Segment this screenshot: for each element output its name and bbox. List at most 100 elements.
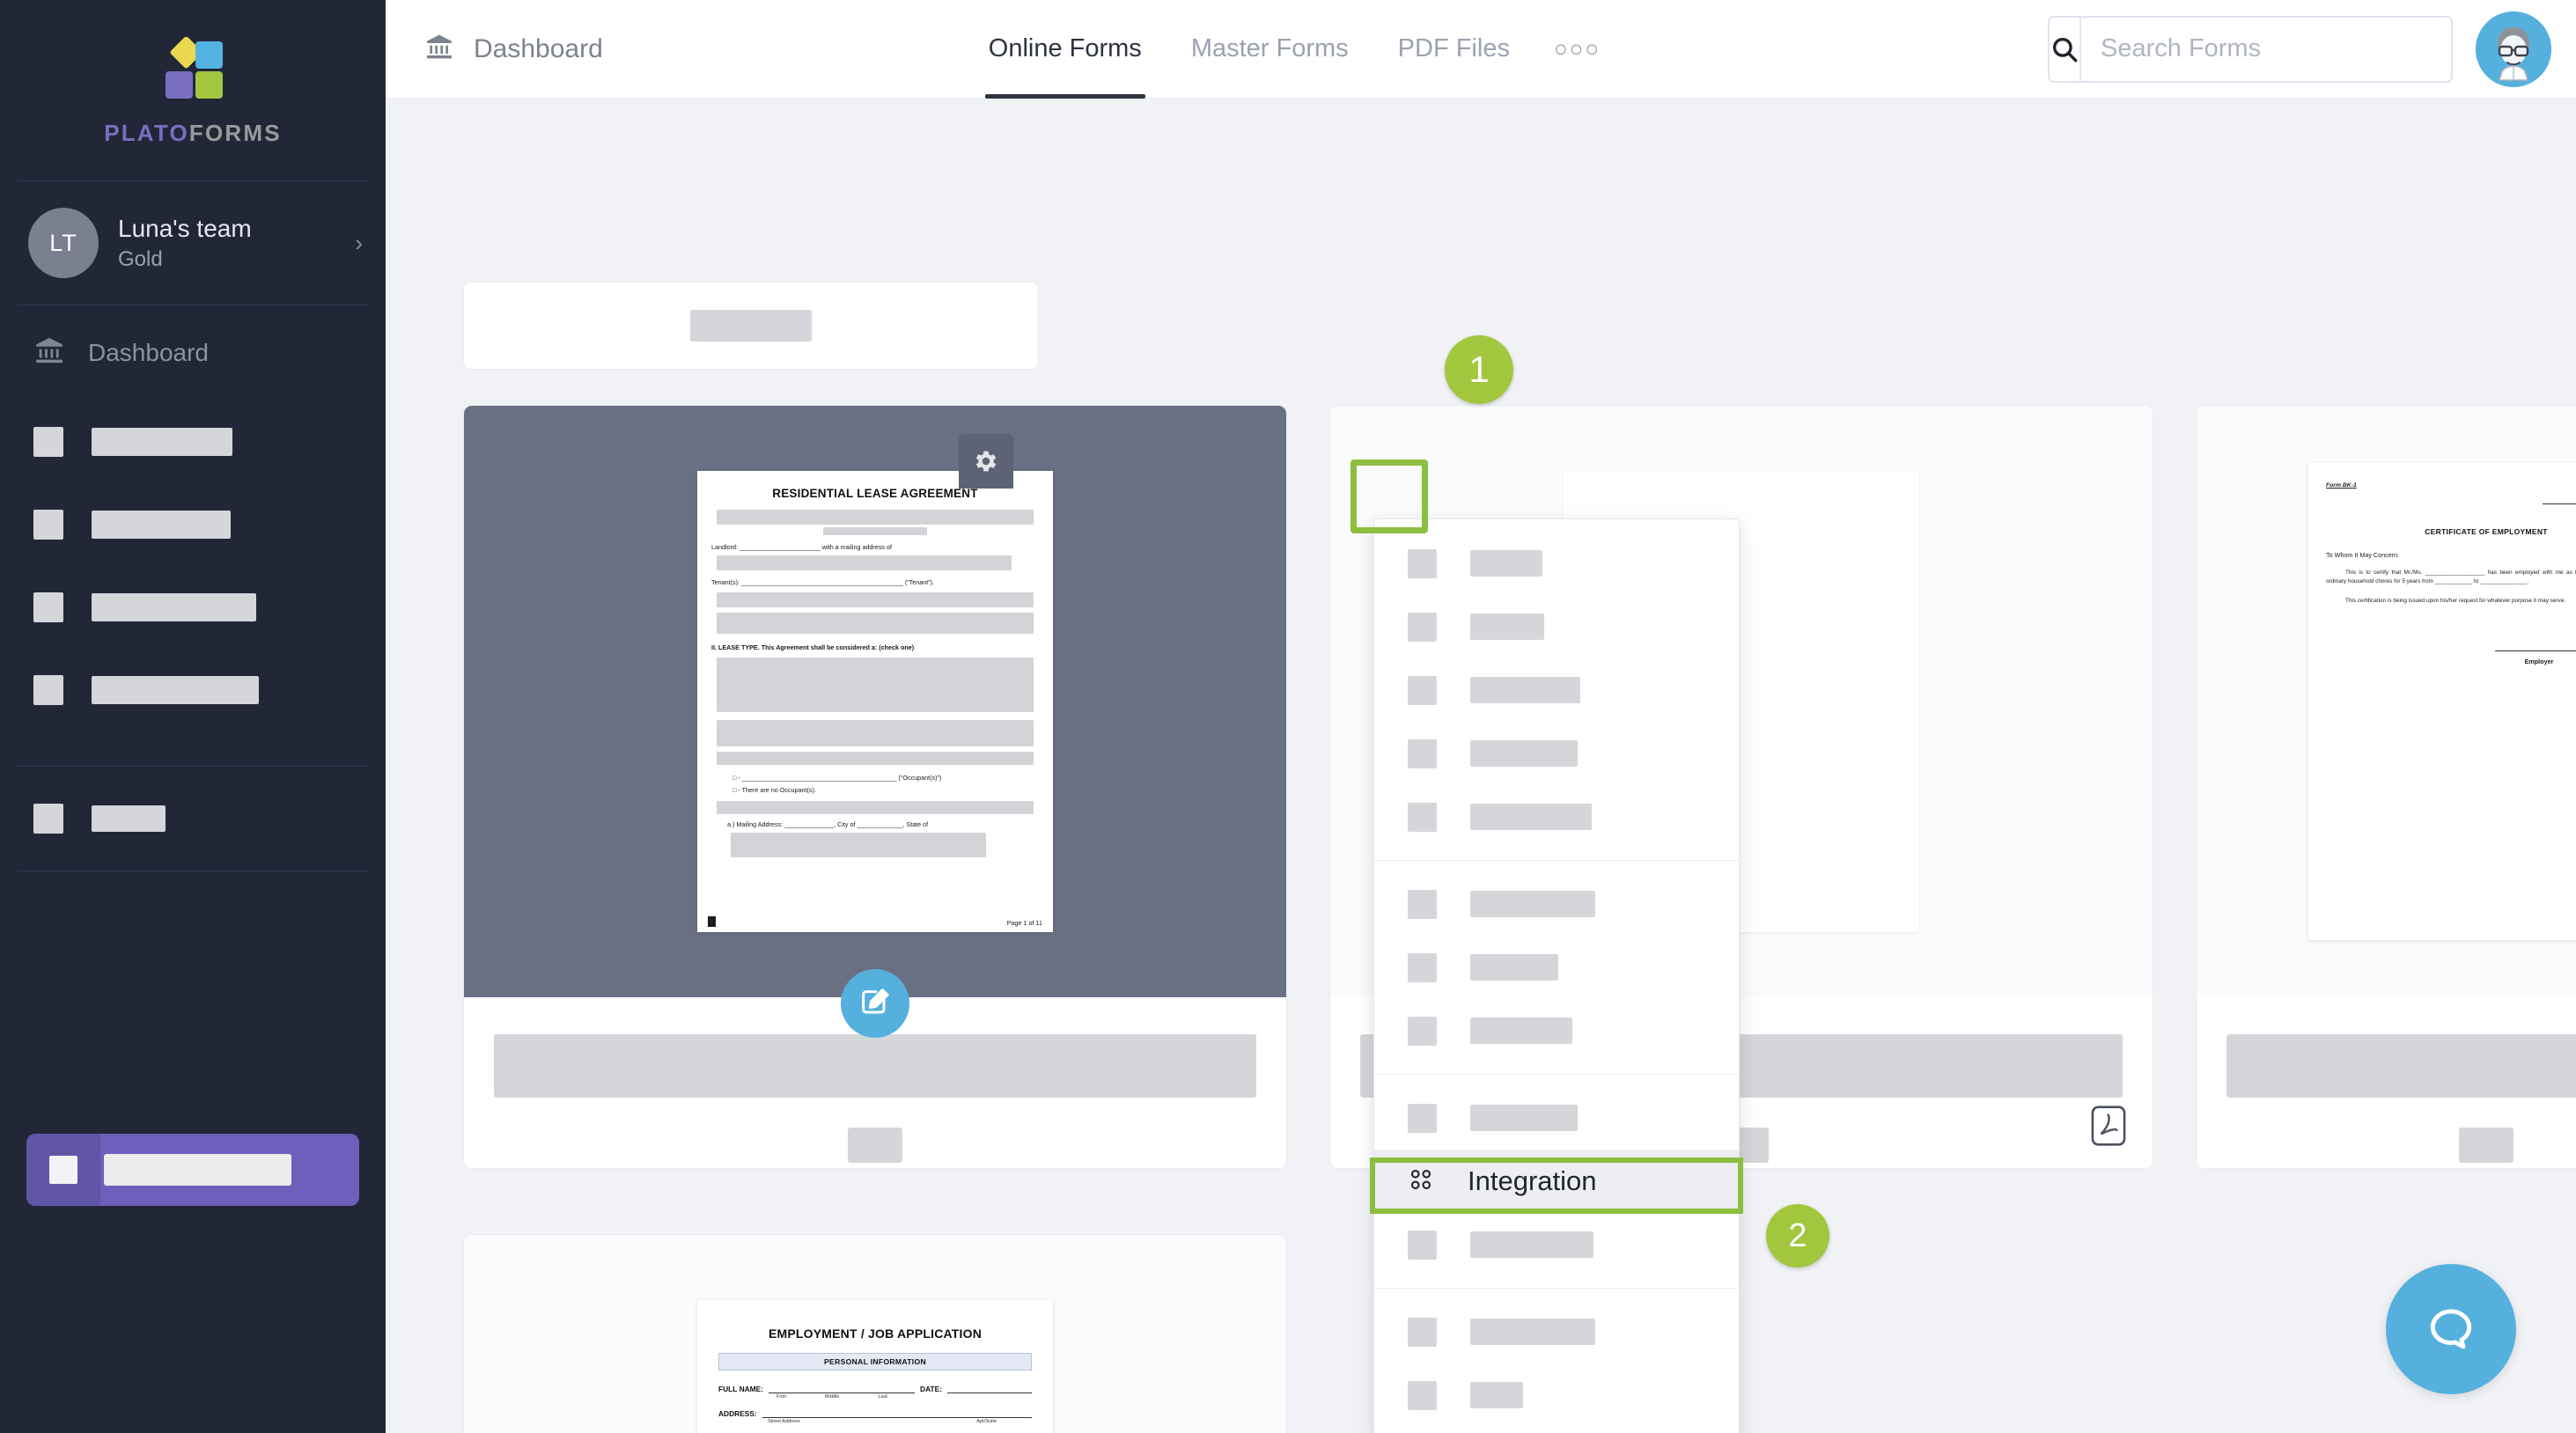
chevron-right-icon[interactable]: ›: [355, 230, 363, 257]
doc-title: CERTIFICATE OF EMPLOYMENT: [2425, 527, 2548, 536]
sidebar-item-placeholder[interactable]: [0, 495, 386, 555]
doc-field-label: FULL NAME:: [718, 1385, 764, 1393]
placeholder-label: [1470, 1018, 1572, 1044]
integration-menu-item[interactable]: Integration: [1374, 1150, 1739, 1213]
team-plan-label: Gold: [118, 246, 163, 271]
menu-item-placeholder[interactable]: [1374, 872, 1739, 936]
placeholder-icon: [1408, 802, 1437, 832]
doc-sub-label: First: [776, 1394, 786, 1400]
doc-title: RESIDENTIAL LEASE AGREEMENT: [772, 487, 978, 500]
main-area: Dashboard Online Forms Master Forms PDF …: [386, 0, 2576, 1433]
menu-item-placeholder[interactable]: [1374, 785, 1739, 849]
doc-line: Tenant(s): _____________________________…: [711, 578, 934, 587]
doc-page-label: Page 1 of 11: [1006, 918, 1042, 927]
app-root: PLATOFORMS LT Luna's team Gold › Dashboa…: [0, 0, 2576, 1433]
doc-body-1: This is to certify that Mr./Ms. ________…: [2326, 570, 2576, 585]
edit-icon[interactable]: [841, 969, 909, 1038]
placeholder-icon: [1408, 675, 1437, 705]
menu-item-placeholder[interactable]: [1374, 936, 1739, 999]
form-card-residential-lease[interactable]: RESIDENTIAL LEASE AGREEMENT Landlord: __…: [463, 405, 1287, 1169]
team-name: Luna's team: [118, 214, 252, 242]
doc-title: EMPLOYMENT / JOB APPLICATION: [768, 1326, 983, 1341]
menu-item-placeholder[interactable]: [1374, 658, 1739, 722]
card-thumbnail[interactable]: Form BK-1 DATE CERTIFICATE OF EMPLOYMENT…: [2197, 406, 2576, 997]
menu-item-placeholder[interactable]: [1374, 722, 1739, 785]
doc-line: □ - ____________________________________…: [732, 774, 942, 783]
brand-word-a: PLATO: [104, 120, 189, 146]
doc-salutation: To Whom It May Concern:: [2326, 551, 2400, 559]
sidebar-item-dashboard[interactable]: Dashboard: [0, 305, 386, 400]
search-forms-box[interactable]: [2048, 15, 2453, 83]
upgrade-banner[interactable]: [26, 1134, 359, 1206]
employment-document-preview: EMPLOYMENT / JOB APPLICATION PERSONAL IN…: [697, 1300, 1053, 1433]
doc-section-band: PERSONAL INFORMATION: [718, 1353, 1032, 1371]
placeholder-label: [1470, 1382, 1523, 1408]
placeholder-label: [92, 805, 166, 832]
upgrade-label: [104, 1154, 291, 1186]
placeholder-label: [92, 676, 259, 704]
placeholder-label: [1470, 550, 1542, 577]
menu-item-placeholder[interactable]: [1374, 532, 1739, 595]
menu-divider: [1374, 860, 1739, 861]
doc-sub-label: Middle: [824, 1394, 840, 1400]
sidebar-item-placeholder[interactable]: [0, 660, 386, 720]
card-thumbnail[interactable]: RESIDENTIAL LEASE AGREEMENT Landlord: __…: [464, 406, 1286, 1038]
sidebar-item-placeholder[interactable]: [0, 412, 386, 472]
placeholder-icon: [1408, 739, 1437, 768]
tab-master-forms[interactable]: Master Forms: [1167, 0, 1373, 99]
menu-divider: [1374, 1074, 1739, 1075]
placeholder-icon: [33, 510, 63, 540]
search-icon[interactable]: [2050, 17, 2081, 81]
tab-online-forms[interactable]: Online Forms: [964, 0, 1167, 99]
brand-logo[interactable]: PLATOFORMS: [0, 0, 386, 147]
doc-sub-label: Last: [878, 1394, 887, 1400]
form-card-certificate-employment[interactable]: Form BK-1 DATE CERTIFICATE OF EMPLOYMENT…: [2196, 405, 2576, 1169]
integration-menu-label: Integration: [1468, 1165, 1597, 1196]
placeholder-label: [92, 593, 256, 621]
doc-body-2: This certification is being issued upon …: [2345, 597, 2566, 604]
menu-item-placeholder[interactable]: [1374, 1213, 1739, 1276]
placeholder-icon: [1408, 1103, 1437, 1133]
top-bar: Dashboard Online Forms Master Forms PDF …: [386, 0, 2576, 99]
placeholder-label: [1470, 677, 1580, 703]
sidebar-item-placeholder[interactable]: [0, 767, 386, 871]
tab-pdf-files[interactable]: PDF Files: [1373, 0, 1535, 99]
menu-item-placeholder[interactable]: [1374, 595, 1739, 658]
doc-field-label: ADDRESS:: [718, 1409, 757, 1418]
menu-item-placeholder[interactable]: [1374, 1086, 1739, 1150]
card-thumbnail[interactable]: EMPLOYMENT / JOB APPLICATION PERSONAL IN…: [464, 1235, 1286, 1433]
help-widget-button[interactable]: [2386, 1264, 2516, 1394]
doc-line: a.) Mailing Address: ______________, Cit…: [727, 820, 929, 829]
brand-wordmark: PLATOFORMS: [104, 120, 282, 147]
team-switcher[interactable]: LT Luna's team Gold ›: [0, 181, 386, 305]
tab-more-menu[interactable]: ○○○: [1535, 0, 1620, 99]
doc-sub-label: Street Address: [768, 1419, 800, 1424]
gear-icon[interactable]: [959, 434, 1013, 489]
form-card-employment-application[interactable]: EMPLOYMENT / JOB APPLICATION PERSONAL IN…: [463, 1234, 1287, 1433]
sidebar-item-placeholder[interactable]: [0, 577, 386, 637]
doc-line: II. LEASE TYPE. This Agreement shall be …: [711, 643, 915, 651]
folder-strip-card[interactable]: [463, 282, 1039, 370]
doc-line: □ - There are no Occupant(s).: [732, 785, 816, 794]
form-settings-dropdown[interactable]: Integration: [1373, 518, 1740, 1433]
bank-icon: [33, 335, 65, 370]
doc-form-number: Form BK-1: [2326, 482, 2357, 489]
search-input[interactable]: [2081, 17, 2451, 81]
coe-document-preview: Form BK-1 DATE CERTIFICATE OF EMPLOYMENT…: [2308, 463, 2576, 940]
step-1-badge: 1: [1445, 335, 1513, 404]
placeholder-label: [1470, 1231, 1593, 1258]
placeholder-icon: [1408, 1016, 1437, 1046]
doc-field-label: DATE:: [920, 1385, 942, 1393]
placeholder-label: [92, 511, 231, 539]
team-avatar: LT: [28, 208, 99, 278]
menu-item-placeholder[interactable]: [1374, 1363, 1739, 1427]
doc-signature-label: Employer: [2524, 658, 2554, 666]
pdf-icon[interactable]: [2091, 1106, 2126, 1150]
sidebar-item-dashboard-label: Dashboard: [88, 338, 209, 366]
placeholder-label: [92, 428, 232, 456]
avatar[interactable]: [2476, 11, 2551, 87]
menu-item-placeholder[interactable]: [1374, 999, 1739, 1062]
menu-item-placeholder[interactable]: [1374, 1300, 1739, 1363]
breadcrumb[interactable]: Dashboard: [424, 33, 603, 65]
upgrade-icon: [49, 1156, 77, 1184]
